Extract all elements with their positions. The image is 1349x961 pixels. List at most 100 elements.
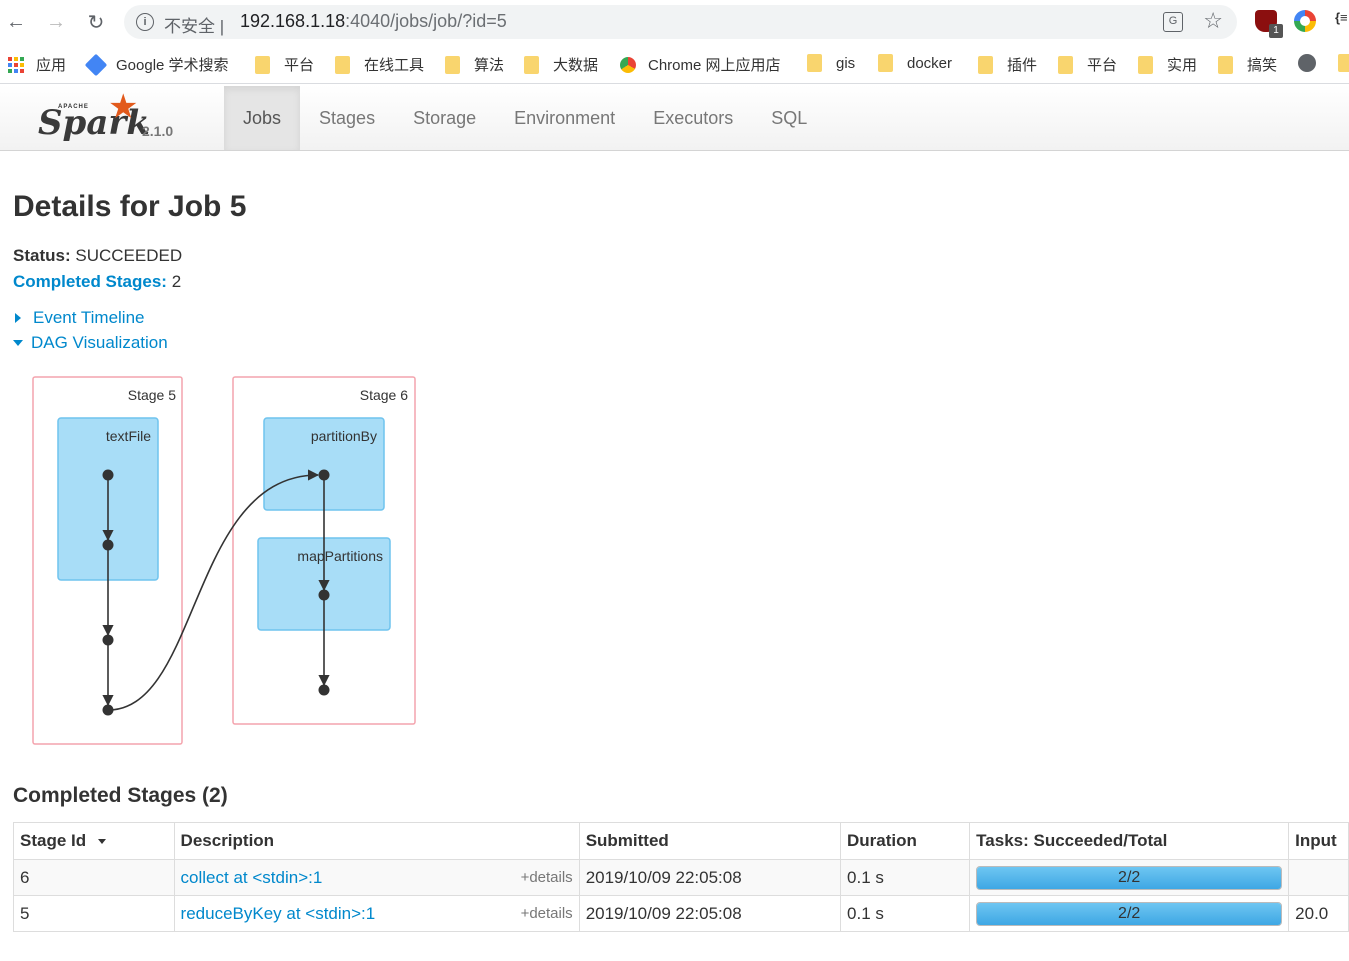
bookmark-label: 平台 <box>284 57 315 74</box>
bookmark-label: 算法 <box>474 57 505 74</box>
dag-node[interactable] <box>318 684 330 696</box>
address-bar[interactable]: i 不安全 | 192.168.1.18:4040/jobs/job/?id=5… <box>124 5 1237 39</box>
page-title: Details for Job 5 <box>13 190 247 223</box>
dag-node[interactable] <box>102 634 114 646</box>
back-arrow-icon[interactable]: ← <box>2 8 30 36</box>
folder-icon <box>255 55 270 74</box>
info-icon[interactable]: i <box>136 13 154 31</box>
bookmark-folder[interactable]: 大数据 <box>524 54 598 75</box>
status-value: SUCCEEDED <box>75 246 183 265</box>
dag-op-label: partitionBy <box>311 428 377 444</box>
folder-icon <box>978 55 993 74</box>
bookmark-folder[interactable]: 平台 <box>255 54 314 75</box>
dag-op-label: mapPartitions <box>297 548 383 564</box>
spark-star-icon: ★ <box>108 88 139 126</box>
dag-visualization-toggle[interactable]: DAG Visualization <box>13 333 168 353</box>
bookmark-folder[interactable]: 算法 <box>445 54 504 75</box>
table-row: 6 collect at <stdin>:1 +details 2019/10/… <box>13 859 1349 896</box>
submitted-cell: 2019/10/09 22:05:08 <box>578 859 842 896</box>
completed-stages-title[interactable]: Completed Stages (2) <box>13 784 228 808</box>
bookmark-folder[interactable]: 平台 <box>1058 54 1117 75</box>
bookmark-folder[interactable]: 插件 <box>978 54 1037 75</box>
tab-executors[interactable]: Executors <box>634 86 752 150</box>
dag-node[interactable] <box>318 589 330 601</box>
json-viewer-extension-icon[interactable]: {≡ <box>1335 10 1349 32</box>
tab-stages[interactable]: Stages <box>300 86 394 150</box>
bookmark-label: 插件 <box>1007 57 1038 74</box>
bookmarks-bar: 应用 Google 学术搜索 平台 在线工具 算法 大数据 Chrome 网上应… <box>0 44 1349 84</box>
submitted-cell: 2019/10/09 22:05:08 <box>578 895 842 932</box>
duration-cell: 0.1 s <box>840 895 971 932</box>
column-header-description[interactable]: Description <box>173 822 580 860</box>
tab-jobs[interactable]: Jobs <box>224 86 301 150</box>
completed-stages-link[interactable]: Completed Stages: <box>13 272 167 291</box>
stage-id-cell: 5 <box>13 895 175 932</box>
dag-op-label: textFile <box>106 428 151 444</box>
input-cell: 20.0 <box>1288 895 1349 932</box>
input-cell <box>1288 859 1349 896</box>
caret-down-icon <box>13 340 23 346</box>
stage-description-link[interactable]: collect at <stdin>:1 <box>181 868 323 887</box>
details-toggle[interactable]: +details <box>521 905 573 922</box>
bookmark-apps[interactable]: 应用 <box>8 54 66 75</box>
dag-node[interactable] <box>102 539 114 551</box>
translate-icon[interactable]: G <box>1163 12 1183 32</box>
bookmark-label: 平台 <box>1087 57 1118 74</box>
tasks-progress-bar: 2/2 <box>976 865 1283 890</box>
ublock-extension-icon[interactable]: 1 <box>1255 10 1283 38</box>
bookmark-label: Google 学术搜索 <box>116 57 229 74</box>
bookmark-google-scholar[interactable]: Google 学术搜索 <box>84 53 229 76</box>
folder-icon <box>1058 55 1073 74</box>
bookmark-folder-overflow[interactable] <box>1338 54 1349 72</box>
tab-environment[interactable]: Environment <box>495 86 634 150</box>
bookmark-folder[interactable]: 搞笑 <box>1218 54 1277 75</box>
folder-icon <box>807 54 822 72</box>
bookmark-label: 在线工具 <box>364 57 425 74</box>
column-header-submitted[interactable]: Submitted <box>578 822 842 860</box>
bookmark-folder[interactable]: 在线工具 <box>335 54 424 75</box>
event-timeline-toggle[interactable]: Event Timeline <box>13 308 145 328</box>
url-host: 192.168.1.18 <box>240 11 346 31</box>
bookmark-label: 大数据 <box>553 57 599 74</box>
dag-node[interactable] <box>102 704 114 716</box>
event-timeline-label: Event Timeline <box>33 308 145 327</box>
details-toggle[interactable]: +details <box>521 869 573 886</box>
folder-icon <box>1338 54 1349 72</box>
bookmark-globe[interactable] <box>1298 54 1316 72</box>
column-header-stage-id[interactable]: Stage Id <box>13 822 175 860</box>
tab-storage[interactable]: Storage <box>394 86 495 150</box>
folder-icon <box>524 55 539 74</box>
column-header-duration[interactable]: Duration <box>840 822 971 860</box>
status-label: Status: <box>13 246 71 265</box>
duration-cell: 0.1 s <box>840 859 971 896</box>
completed-stages-count: 2 <box>171 272 182 291</box>
column-header-input[interactable]: Input <box>1288 822 1349 860</box>
bookmark-folder[interactable]: 实用 <box>1138 54 1197 75</box>
dag-node[interactable] <box>318 469 330 481</box>
bookmark-chrome-webstore[interactable]: Chrome 网上应用店 <box>620 54 781 75</box>
folder-icon <box>878 54 893 72</box>
progress-label: 2/2 <box>1118 904 1141 922</box>
chrome-extension-icon[interactable] <box>1294 10 1316 32</box>
stage-description-link[interactable]: reduceByKey at <stdin>:1 <box>181 904 376 923</box>
bookmark-star-icon[interactable]: ☆ <box>1203 8 1223 34</box>
folder-icon <box>335 55 350 74</box>
url-text[interactable]: 192.168.1.18:4040/jobs/job/?id=5 <box>240 11 507 32</box>
table-header-row: Stage Id Description Submitted Duration … <box>13 822 1349 860</box>
globe-icon <box>1298 54 1316 72</box>
bookmark-label: 实用 <box>1167 57 1198 74</box>
bookmark-folder[interactable]: docker <box>878 54 952 72</box>
job-status: Status: SUCCEEDED <box>13 246 182 266</box>
column-header-tasks[interactable]: Tasks: Succeeded/Total <box>969 822 1290 860</box>
apps-icon <box>8 56 24 73</box>
dag-visualization-label: DAG Visualization <box>31 333 168 352</box>
bookmark-folder[interactable]: gis <box>807 54 855 72</box>
dag-node[interactable] <box>102 469 114 481</box>
bookmark-label: 应用 <box>36 57 67 74</box>
reload-icon[interactable]: ↻ <box>82 8 110 36</box>
spark-logo[interactable]: Spark APACHE ★ <box>36 88 150 145</box>
dag-graph: Stage 5 textFile Stage 6 partitionBy map… <box>32 376 416 745</box>
tab-sql[interactable]: SQL <box>752 86 826 150</box>
forward-arrow-icon[interactable]: → <box>42 8 70 36</box>
chrome-webstore-icon <box>620 56 636 73</box>
